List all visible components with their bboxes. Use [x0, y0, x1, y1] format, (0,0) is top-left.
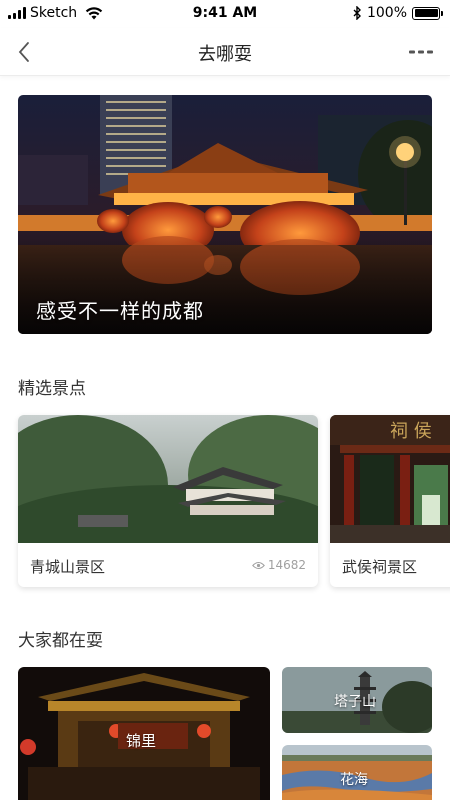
view-count-value: 14682 — [267, 558, 306, 572]
more-icon — [409, 50, 433, 54]
status-bar: Sketch 9:41 AM 100% — [0, 0, 450, 28]
qingcheng-image — [18, 415, 318, 543]
featured-section-title: 精选景点 — [18, 379, 86, 399]
popular-tile-tazishan[interactable]: 塔子山 — [282, 667, 432, 733]
battery-percent: 100% — [366, 5, 407, 21]
hero-banner[interactable]: 感受不一样的成都 — [18, 95, 432, 334]
nav-bar: 去哪耍 — [0, 28, 450, 76]
tile-label: 塔子山 — [334, 694, 376, 710]
more-button[interactable] — [406, 42, 436, 62]
status-right: 100% — [353, 5, 443, 21]
page-title: 去哪耍 — [198, 44, 252, 65]
card-name: 青城山景区 — [30, 558, 106, 576]
tile-label: 锦里 — [126, 732, 157, 750]
battery-fill — [414, 9, 438, 17]
view-count: 14682 — [251, 558, 306, 572]
wuhou-image: 祠 侯 — [330, 415, 450, 543]
scenic-card-qingcheng[interactable]: 青城山景区 14682 — [18, 415, 318, 587]
popular-section-title: 大家都在耍 — [18, 631, 103, 651]
hero-title: 感受不一样的成都 — [36, 299, 204, 323]
battery-icon — [412, 6, 443, 20]
popular-tile-huahai[interactable]: 花海 — [282, 745, 432, 800]
card-name: 武侯祠景区 — [342, 558, 418, 576]
scenic-card-wuhou[interactable]: 祠 侯 武侯祠景区 — [330, 415, 450, 587]
svg-text:祠 侯: 祠 侯 — [390, 421, 432, 442]
bluetooth-icon — [353, 6, 361, 20]
popular-tile-jinli[interactable]: 锦里 — [18, 667, 270, 800]
tile-label: 花海 — [340, 772, 368, 788]
eye-icon — [251, 561, 265, 569]
